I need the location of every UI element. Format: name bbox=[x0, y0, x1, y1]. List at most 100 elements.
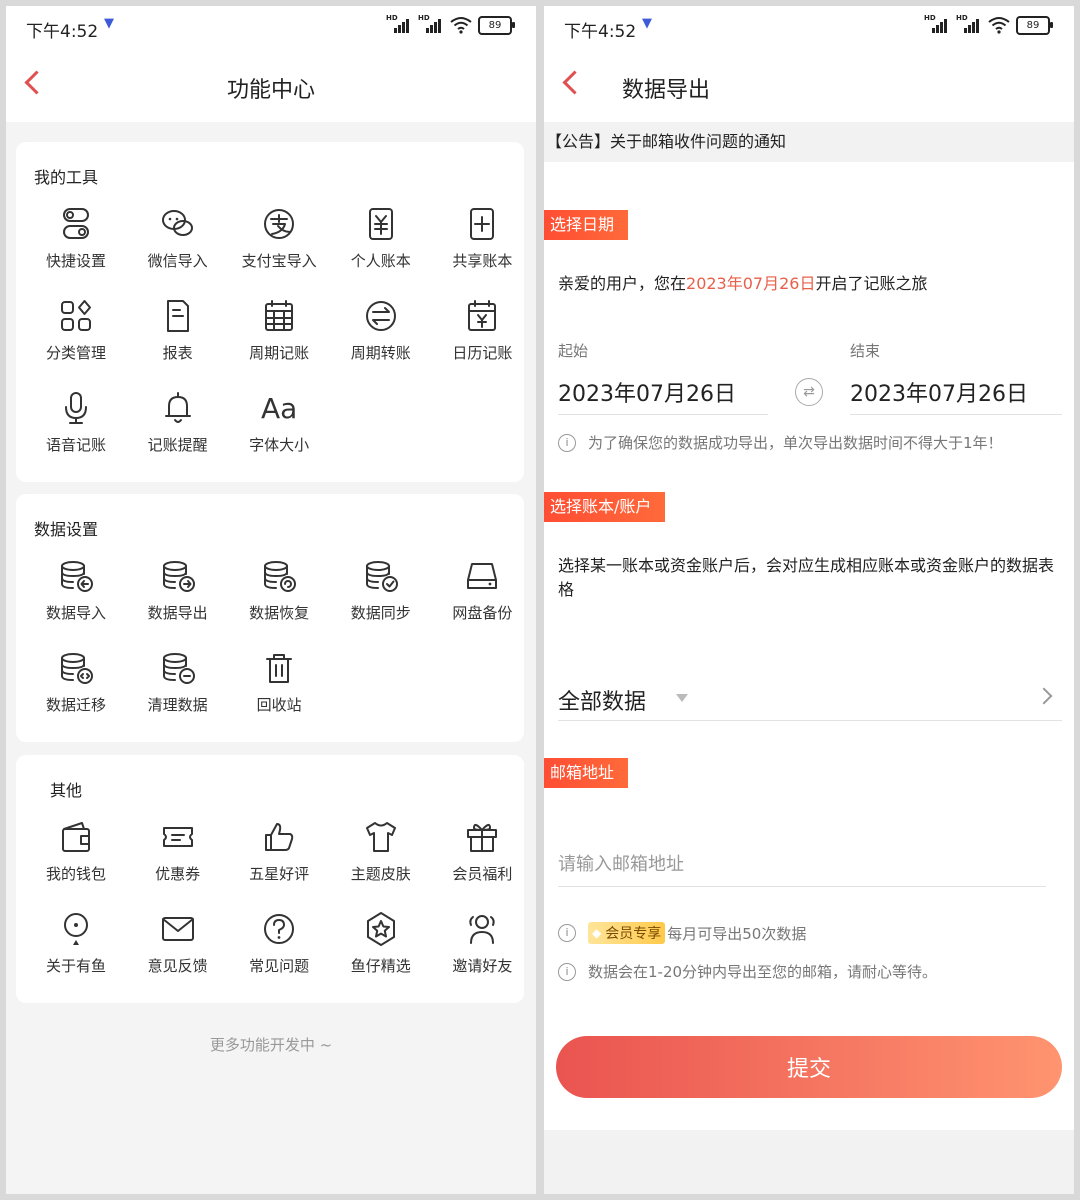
tool-label: 数据导出 bbox=[147, 604, 208, 622]
tool-item[interactable]: 个人账本 bbox=[331, 204, 431, 284]
tool-item[interactable]: Aa 字体大小 bbox=[229, 388, 329, 468]
tool-label: 共享账本 bbox=[452, 252, 513, 270]
tool-item[interactable]: 清理数据 bbox=[128, 648, 228, 728]
tool-item[interactable]: 语音记账 bbox=[26, 388, 126, 468]
wechat-icon bbox=[158, 204, 198, 244]
tool-item[interactable]: 常见问题 bbox=[229, 909, 329, 989]
database-restore-icon bbox=[259, 556, 299, 596]
section-title: 我的工具 bbox=[34, 168, 99, 187]
section-tag-date: 选择日期 bbox=[544, 210, 633, 245]
tool-item[interactable]: 鱼仔精选 bbox=[331, 909, 431, 989]
nav-bar: 功能中心 bbox=[6, 48, 536, 122]
battery-icon: 89 bbox=[1016, 15, 1053, 35]
vip-badge: ◆ 会员专享 bbox=[588, 922, 666, 944]
info-icon: i bbox=[558, 433, 576, 452]
tool-item[interactable]: 邀请好友 bbox=[432, 909, 532, 989]
transfer-icon bbox=[361, 296, 401, 336]
tool-item[interactable]: 报表 bbox=[128, 296, 228, 376]
chevron-right-icon[interactable] bbox=[1035, 687, 1053, 705]
tool-item[interactable]: 周期转账 bbox=[331, 296, 431, 376]
tool-label: 关于有鱼 bbox=[45, 957, 106, 975]
ledger-description: 选择某一账本或资金账户后，会对应生成相应账本或资金账户的数据表格 bbox=[558, 556, 1055, 599]
tool-item[interactable]: 回收站 bbox=[229, 648, 329, 728]
start-date-picker[interactable]: 2023年07月26日 bbox=[558, 376, 736, 408]
tool-label: 意见反馈 bbox=[147, 957, 208, 975]
thumbs-up-icon bbox=[259, 817, 299, 857]
bell-icon bbox=[158, 388, 198, 428]
page-title: 功能中心 bbox=[226, 78, 315, 103]
report-icon bbox=[158, 296, 198, 336]
announcement-bar[interactable]: 【公告】关于邮箱收件问题的通知 bbox=[544, 122, 1074, 162]
journey-start-date: 2023年07月26日 bbox=[686, 274, 816, 293]
section-title: 其他 bbox=[50, 781, 83, 800]
database-clean-icon bbox=[158, 648, 198, 688]
disk-backup-icon bbox=[462, 556, 502, 596]
tool-item[interactable]: 我的钱包 bbox=[26, 817, 126, 897]
tool-item[interactable]: 数据迁移 bbox=[26, 648, 126, 728]
location-pin-icon bbox=[56, 909, 96, 949]
tool-label: 回收站 bbox=[256, 696, 302, 714]
tool-label: 我的钱包 bbox=[45, 865, 106, 883]
status-time: 下午4:52 bbox=[564, 22, 637, 42]
tool-item[interactable]: 共享账本 bbox=[432, 204, 532, 284]
caret-down-icon bbox=[676, 694, 688, 702]
tool-label: 日历记账 bbox=[452, 344, 513, 362]
wifi-icon bbox=[988, 17, 1010, 34]
tool-label: 周期转账 bbox=[350, 344, 411, 362]
tool-item[interactable]: 优惠券 bbox=[128, 817, 228, 897]
shared-ledger-icon bbox=[462, 204, 502, 244]
tool-item[interactable]: 数据恢复 bbox=[229, 556, 329, 636]
tool-item[interactable]: 意见反馈 bbox=[128, 909, 228, 989]
tool-item[interactable]: 数据同步 bbox=[331, 556, 431, 636]
end-date-picker[interactable]: 2023年07月26日 bbox=[850, 376, 1028, 408]
tool-item[interactable]: 主题皮肤 bbox=[331, 817, 431, 897]
date-range-hint: i 为了确保您的数据成功导出，单次导出数据时间不得大于1年！ bbox=[558, 432, 1003, 453]
tool-label: 清理数据 bbox=[147, 696, 208, 714]
tool-item[interactable]: 支付宝导入 bbox=[229, 204, 329, 284]
tool-item[interactable]: 数据导入 bbox=[26, 556, 126, 636]
tool-item[interactable]: 数据导出 bbox=[128, 556, 228, 636]
tool-label: 周期记账 bbox=[249, 344, 310, 362]
ledger-select[interactable]: 全部数据 bbox=[558, 684, 646, 716]
microphone-icon bbox=[56, 388, 96, 428]
tool-item[interactable]: 微信导入 bbox=[128, 204, 228, 284]
section-title: 数据设置 bbox=[34, 520, 99, 539]
database-migrate-icon bbox=[56, 648, 96, 688]
my-tools-card: 我的工具 快捷设置 微信导入 支付宝导入 个人账本 共享账本分类管理 报表 周期记账 周期转账… bbox=[16, 142, 524, 482]
tool-label: 数据导入 bbox=[45, 604, 106, 622]
tool-label: 邀请好友 bbox=[452, 957, 513, 975]
info-icon: i bbox=[558, 924, 576, 942]
mail-icon bbox=[158, 909, 198, 949]
tool-label: 语音记账 bbox=[45, 436, 106, 454]
email-input[interactable] bbox=[558, 844, 1046, 884]
invite-friends-icon bbox=[462, 909, 502, 949]
toggle-icon bbox=[56, 204, 96, 244]
submit-button[interactable]: 提交 bbox=[556, 1036, 1062, 1098]
more-features-note: 更多功能开发中 ~ bbox=[209, 1036, 333, 1054]
question-icon bbox=[259, 909, 299, 949]
tool-item[interactable]: 会员福利 bbox=[432, 817, 532, 897]
tool-item[interactable]: 分类管理 bbox=[26, 296, 126, 376]
tool-label: 报表 bbox=[162, 344, 193, 362]
tool-item[interactable]: 网盘备份 bbox=[432, 556, 532, 636]
tool-label: 数据恢复 bbox=[249, 604, 310, 622]
database-import-icon bbox=[56, 556, 96, 596]
tool-item[interactable]: 五星好评 bbox=[229, 817, 329, 897]
tool-item[interactable]: 快捷设置 bbox=[26, 204, 126, 284]
others-card: 其他 我的钱包 优惠券 五星好评 主题皮肤 会员福利 关于有鱼 意见反馈 常见问题 鱼仔精选 邀请… bbox=[16, 755, 524, 1003]
nav-bar: 数据导出 bbox=[544, 48, 1074, 122]
diamond-icon: ◆ bbox=[592, 926, 602, 940]
signal-icon: HD bbox=[418, 14, 444, 35]
alipay-icon bbox=[259, 204, 299, 244]
tool-item[interactable]: 周期记账 bbox=[229, 296, 329, 376]
tool-label: 鱼仔精选 bbox=[350, 957, 411, 975]
swap-icon[interactable]: ⇄ bbox=[795, 378, 823, 406]
tool-item[interactable]: 记账提醒 bbox=[128, 388, 228, 468]
personal-ledger-icon bbox=[361, 204, 401, 244]
section-tag-email: 邮箱地址 bbox=[544, 758, 633, 793]
back-icon[interactable] bbox=[562, 70, 587, 95]
tool-item[interactable]: 日历记账 bbox=[432, 296, 532, 376]
tool-label: 支付宝导入 bbox=[241, 252, 317, 270]
tool-item[interactable]: 关于有鱼 bbox=[26, 909, 126, 989]
database-sync-icon bbox=[361, 556, 401, 596]
